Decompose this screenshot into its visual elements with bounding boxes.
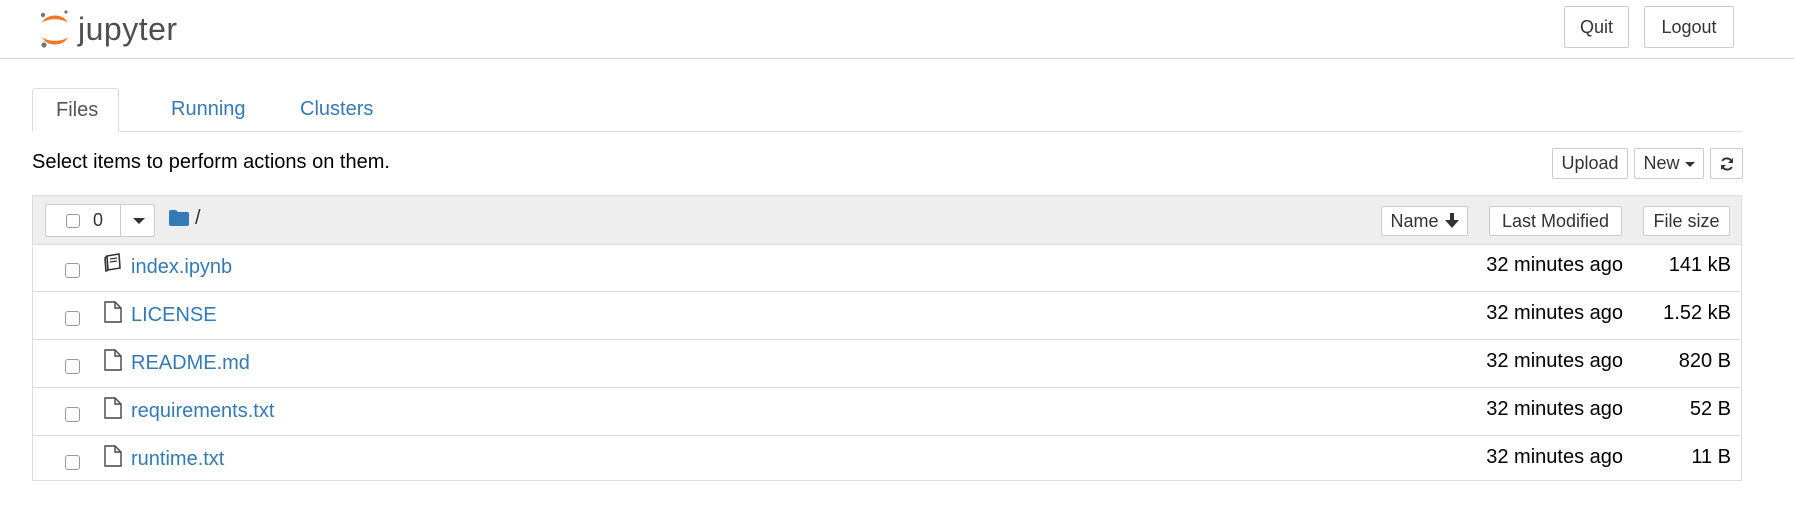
tab-bar: Files Running Clusters xyxy=(32,88,1742,132)
upload-button[interactable]: Upload xyxy=(1552,148,1628,179)
file-modified: 32 minutes ago xyxy=(1486,302,1623,324)
new-dropdown-button[interactable]: New xyxy=(1634,148,1704,179)
caret-down-icon[interactable] xyxy=(133,218,145,224)
refresh-icon xyxy=(1720,156,1733,171)
file-row[interactable]: README.md 32 minutes ago 820 B xyxy=(33,340,1741,388)
logo-text: jupyter xyxy=(78,10,178,47)
file-size: 820 B xyxy=(1678,350,1731,372)
file-icon xyxy=(104,349,122,371)
row-checkbox[interactable] xyxy=(65,455,80,470)
select-all-checkbox[interactable] xyxy=(66,214,80,228)
jupyter-logo-icon xyxy=(40,10,68,48)
row-checkbox[interactable] xyxy=(65,263,80,278)
selection-hint: Select items to perform actions on them. xyxy=(32,151,390,173)
selected-count: 0 xyxy=(93,210,104,230)
file-list: 0 / Name Last Modified File size index.i… xyxy=(32,195,1742,481)
file-icon xyxy=(104,445,122,467)
sort-name-button[interactable]: Name xyxy=(1381,206,1468,236)
file-row[interactable]: LICENSE 32 minutes ago 1.52 kB xyxy=(33,292,1741,340)
selector-divider xyxy=(120,205,121,236)
file-modified: 32 minutes ago xyxy=(1486,350,1623,372)
sort-name-label: Name xyxy=(1390,210,1439,231)
file-row[interactable]: runtime.txt 32 minutes ago 11 B xyxy=(33,436,1741,484)
sort-size-button[interactable]: File size xyxy=(1643,206,1730,236)
breadcrumb-path[interactable]: / xyxy=(195,207,201,230)
file-list-header: 0 / Name Last Modified File size xyxy=(33,196,1741,245)
file-modified: 32 minutes ago xyxy=(1486,398,1623,420)
file-size: 52 B xyxy=(1689,398,1731,420)
logout-button[interactable]: Logout xyxy=(1644,6,1734,48)
row-checkbox[interactable] xyxy=(65,311,80,326)
row-checkbox[interactable] xyxy=(65,407,80,422)
file-name-link[interactable]: LICENSE xyxy=(131,304,217,327)
file-modified: 32 minutes ago xyxy=(1486,446,1623,468)
file-size: 11 B xyxy=(1691,446,1731,468)
file-row[interactable]: requirements.txt 32 minutes ago 52 B xyxy=(33,388,1741,436)
tab-files[interactable]: Files xyxy=(32,88,119,132)
caret-down-icon xyxy=(1684,162,1695,167)
file-size: 1.52 kB xyxy=(1663,302,1731,324)
refresh-button[interactable] xyxy=(1710,148,1743,179)
file-name-link[interactable]: requirements.txt xyxy=(131,400,274,423)
select-all-control[interactable]: 0 xyxy=(45,204,155,237)
file-icon xyxy=(104,397,122,419)
quit-button[interactable]: Quit xyxy=(1564,6,1629,48)
sort-modified-button[interactable]: Last Modified xyxy=(1489,206,1622,236)
arrow-down-icon xyxy=(1444,213,1459,228)
file-row[interactable]: index.ipynb 32 minutes ago 141 kB xyxy=(33,244,1741,292)
top-header: jupyter Quit Logout xyxy=(0,0,1794,59)
notebook-icon xyxy=(104,253,121,273)
file-name-link[interactable]: index.ipynb xyxy=(131,256,232,279)
file-name-link[interactable]: README.md xyxy=(131,352,250,375)
file-icon xyxy=(104,301,122,323)
file-modified: 32 minutes ago xyxy=(1486,254,1623,276)
row-checkbox[interactable] xyxy=(65,359,80,374)
folder-icon[interactable] xyxy=(169,210,189,226)
new-button-label: New xyxy=(1643,153,1680,173)
tab-running[interactable]: Running xyxy=(148,88,269,131)
file-name-link[interactable]: runtime.txt xyxy=(131,448,224,471)
jupyter-logo[interactable]: jupyter xyxy=(38,6,178,52)
tab-clusters[interactable]: Clusters xyxy=(277,88,396,131)
file-size: 141 kB xyxy=(1668,254,1731,276)
